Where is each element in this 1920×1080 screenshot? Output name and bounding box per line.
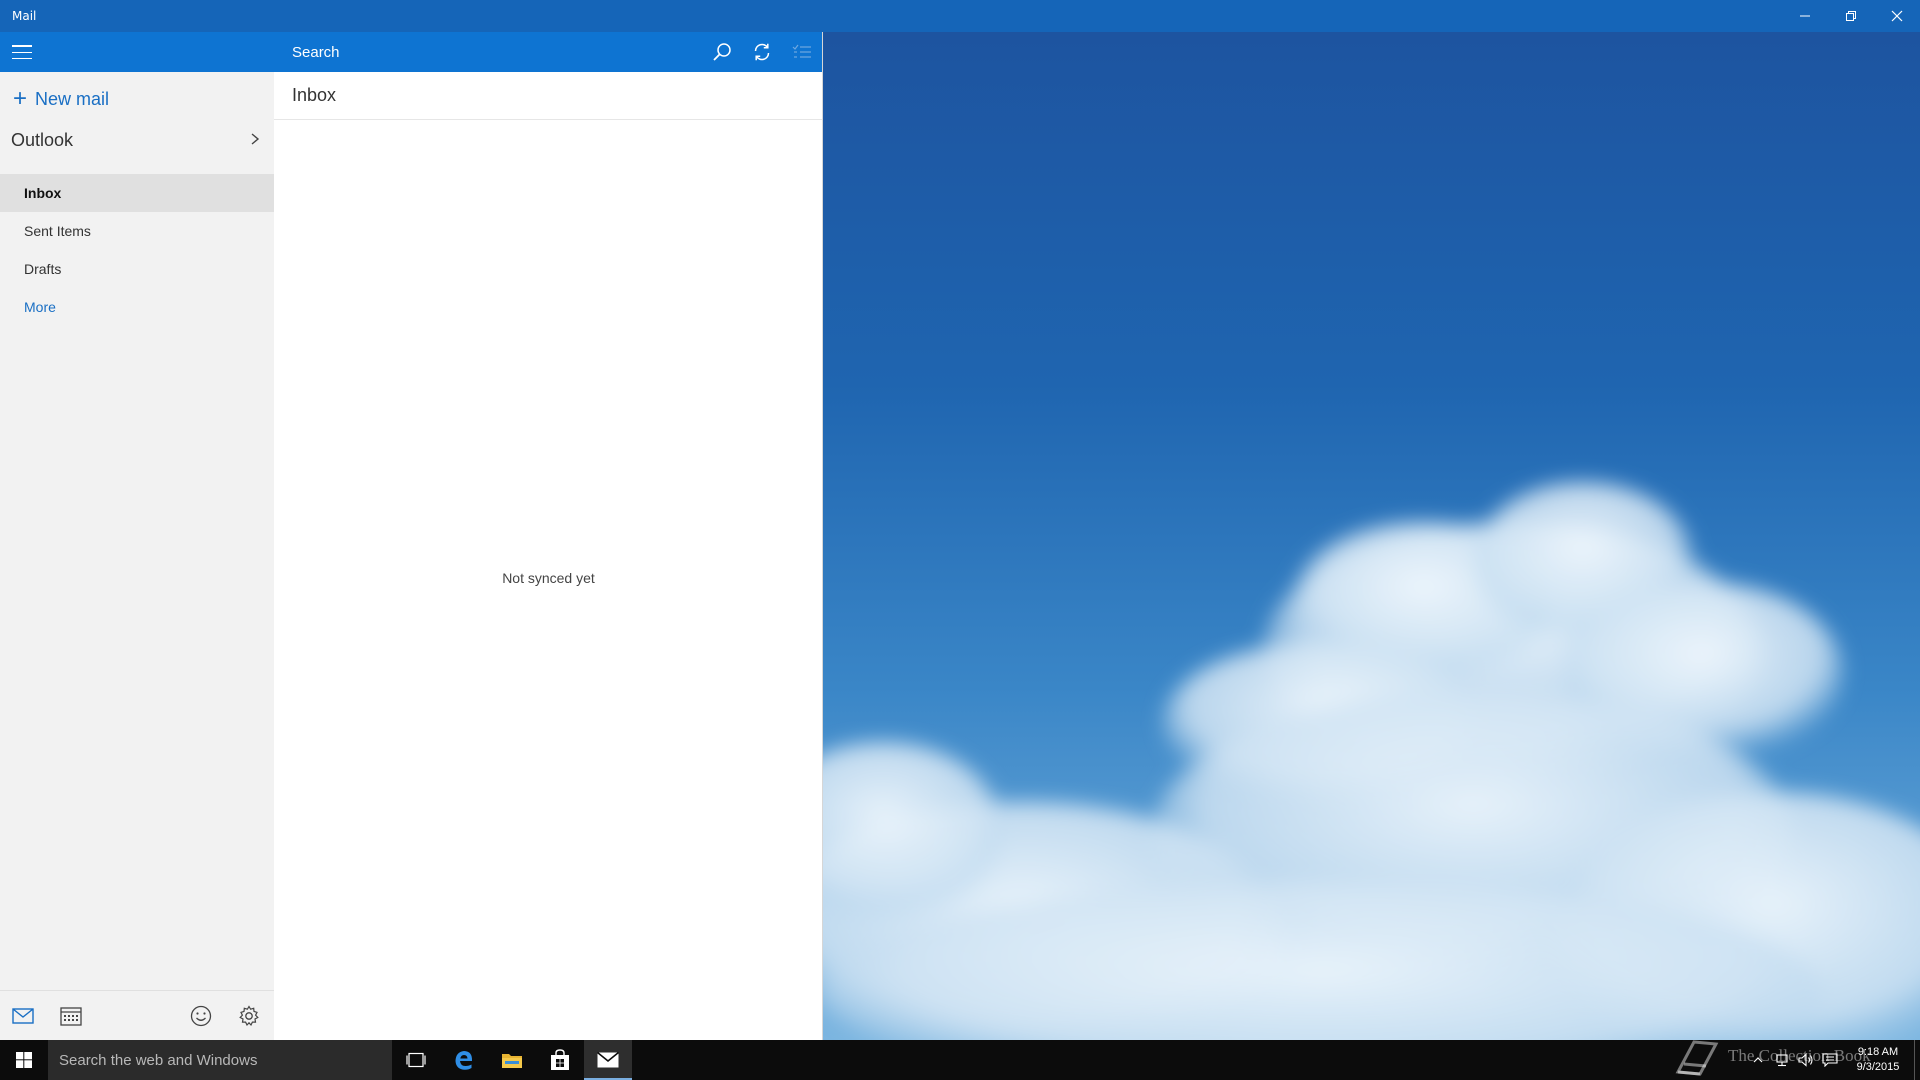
- task-view-icon: [406, 1052, 426, 1068]
- folder-label: Drafts: [24, 261, 62, 277]
- search-button[interactable]: [702, 32, 742, 72]
- taskbar-app-store[interactable]: [536, 1040, 584, 1080]
- reading-pane-background: [823, 32, 1920, 1040]
- folder-item-sent-items[interactable]: Sent Items: [0, 212, 274, 250]
- folder-item-drafts[interactable]: Drafts: [0, 250, 274, 288]
- taskbar-app-mail[interactable]: [584, 1040, 632, 1080]
- taskbar-app-file-explorer[interactable]: [488, 1040, 536, 1080]
- close-button[interactable]: [1874, 0, 1920, 32]
- new-mail-label: New mail: [35, 88, 110, 109]
- list-header: Inbox: [274, 72, 822, 120]
- nav-bottom-bar: [0, 990, 274, 1040]
- taskbar-search-box[interactable]: Search the web and Windows: [48, 1040, 392, 1080]
- empty-state-message: Not synced yet: [502, 570, 595, 586]
- message-list-pane: Search Inbox Not synced yet: [274, 32, 823, 1040]
- close-icon: [1891, 10, 1903, 22]
- task-view-button[interactable]: [392, 1040, 440, 1080]
- watermark: The Collection Book: [1672, 1032, 1871, 1080]
- chevron-right-icon: [250, 131, 260, 150]
- start-button[interactable]: [0, 1040, 48, 1080]
- folder-item-inbox[interactable]: Inbox: [0, 174, 274, 212]
- taskbar-app-edge[interactable]: [440, 1040, 488, 1080]
- title-bar: Mail: [0, 0, 1920, 32]
- book-logo-icon: [1675, 1040, 1719, 1076]
- selection-mode-button[interactable]: [782, 32, 822, 72]
- sync-icon: [754, 43, 770, 61]
- minimize-icon: [1800, 15, 1810, 17]
- hamburger-menu-icon[interactable]: [12, 45, 32, 59]
- restore-icon: [1846, 11, 1856, 21]
- plus-icon: +: [13, 85, 28, 112]
- navigation-pane: + New mail Outlook Inbox Sent Items Draf…: [0, 32, 274, 1040]
- current-folder-title: Inbox: [292, 85, 337, 105]
- more-label: More: [24, 299, 56, 315]
- minimize-button[interactable]: [1782, 0, 1828, 32]
- feedback-smiley-icon[interactable]: [189, 1004, 213, 1028]
- taskbar: Search the web and Windows 9:18 AM 9/3/2…: [0, 1040, 1920, 1080]
- search-input[interactable]: Search: [292, 44, 340, 61]
- more-folders-link[interactable]: More: [0, 288, 274, 326]
- folder-icon: [502, 1054, 522, 1068]
- account-name: Outlook: [11, 129, 74, 150]
- search-bar: Search: [274, 32, 822, 72]
- new-mail-button[interactable]: + New mail: [0, 72, 274, 116]
- window-controls: [1782, 0, 1920, 32]
- settings-gear-icon[interactable]: [237, 1004, 261, 1028]
- sync-button[interactable]: [742, 32, 782, 72]
- mail-icon[interactable]: [11, 1004, 35, 1028]
- taskbar-search-placeholder: Search the web and Windows: [59, 1051, 258, 1069]
- window-title: Mail: [12, 9, 37, 23]
- folder-list: Inbox Sent Items Drafts More: [0, 174, 274, 326]
- cloud-background-image: [823, 482, 1920, 1040]
- edge-browser-icon: [455, 1051, 473, 1070]
- folder-label: Sent Items: [24, 223, 91, 239]
- nav-header: [0, 32, 274, 72]
- folder-label: Inbox: [24, 185, 62, 201]
- list-toolbar: [702, 32, 822, 72]
- account-item-outlook[interactable]: Outlook: [0, 118, 274, 162]
- calendar-icon[interactable]: [59, 1004, 83, 1028]
- mail-envelope-icon: [597, 1052, 619, 1068]
- restore-button[interactable]: [1828, 0, 1874, 32]
- watermark-text: The Collection Book: [1728, 1046, 1871, 1065]
- select-list-icon: [792, 44, 811, 58]
- windows-logo-icon: [16, 1052, 32, 1068]
- show-desktop-button[interactable]: [1914, 1040, 1920, 1080]
- search-icon: [713, 43, 731, 61]
- store-bag-icon: [551, 1049, 569, 1070]
